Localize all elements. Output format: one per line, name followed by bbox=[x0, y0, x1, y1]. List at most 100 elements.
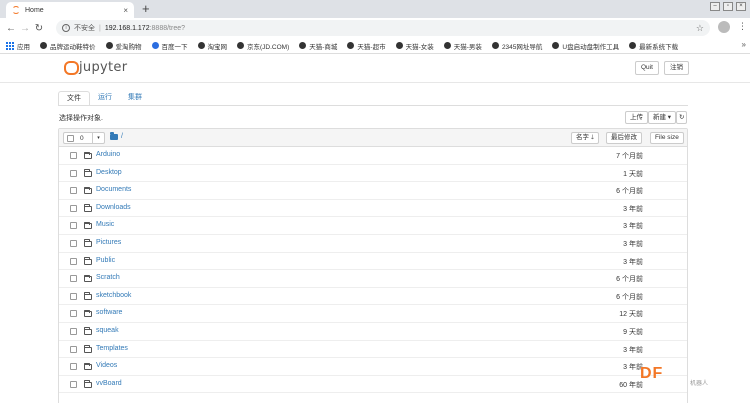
upload-button[interactable]: 上传 bbox=[625, 111, 648, 124]
folder-name-link[interactable]: Arduino bbox=[96, 151, 120, 158]
folder-name-link[interactable]: Music bbox=[96, 221, 114, 228]
sort-by-modified-button[interactable]: 最后修改 bbox=[606, 132, 642, 144]
watermark-subtext: 机器人 bbox=[690, 381, 709, 387]
file-row[interactable]: sketchbook 6 个月前 bbox=[59, 288, 687, 306]
file-row[interactable]: Desktop 1 天前 bbox=[59, 165, 687, 183]
folder-name-link[interactable]: Pictures bbox=[96, 239, 121, 246]
folder-icon bbox=[84, 169, 92, 177]
folder-icon bbox=[84, 274, 92, 283]
row-checkbox[interactable] bbox=[70, 222, 77, 230]
tab-close-icon[interactable]: × bbox=[123, 6, 128, 15]
file-row[interactable]: Arduino 7 个月前 bbox=[59, 147, 687, 165]
folder-name-link[interactable]: Desktop bbox=[96, 169, 122, 176]
breadcrumb-root[interactable]: / bbox=[121, 133, 123, 140]
folder-icon bbox=[84, 151, 92, 159]
back-arrow-icon[interactable]: ← bbox=[4, 23, 18, 34]
last-modified: 6 个月前 bbox=[616, 293, 643, 301]
folder-name-link[interactable]: software bbox=[96, 309, 122, 316]
file-row[interactable]: Scratch 6 个月前 bbox=[59, 270, 687, 288]
folder-name-link[interactable]: Public bbox=[96, 257, 115, 264]
select-all-control[interactable]: 0 ▾ bbox=[63, 132, 105, 144]
maximize-icon[interactable]: ▫ bbox=[723, 2, 733, 11]
file-row[interactable]: Videos 3 年前 bbox=[59, 358, 687, 376]
bookmark-item[interactable]: 京东(JD.COM) bbox=[237, 41, 289, 51]
file-row[interactable]: Music 3 年前 bbox=[59, 217, 687, 235]
bookmark-item[interactable]: U盘启动盘制作工具 bbox=[552, 41, 619, 51]
file-row[interactable]: squeak 9 天前 bbox=[59, 323, 687, 341]
folder-icon bbox=[84, 380, 92, 388]
file-row[interactable]: Downloads 3 年前 bbox=[59, 200, 687, 218]
breadcrumb[interactable]: / bbox=[110, 132, 123, 140]
new-dropdown-button[interactable]: 新建 ▾ bbox=[648, 111, 677, 124]
row-checkbox[interactable] bbox=[70, 204, 77, 212]
bookmark-label: 品牌运动鞋特价 bbox=[50, 43, 96, 51]
info-icon[interactable]: i bbox=[62, 24, 70, 32]
file-row[interactable]: Documents 6 个月前 bbox=[59, 182, 687, 200]
bookmark-item[interactable]: 最新系统下载 bbox=[629, 41, 678, 51]
bookmarks-overflow-icon[interactable]: » bbox=[742, 40, 746, 49]
row-checkbox[interactable] bbox=[70, 327, 77, 335]
row-checkbox[interactable] bbox=[70, 380, 77, 388]
bookmark-item[interactable]: 应用 bbox=[6, 41, 30, 51]
new-tab-button[interactable]: + bbox=[142, 1, 150, 17]
account-avatar-icon[interactable] bbox=[718, 21, 730, 33]
bookmark-item[interactable]: 品牌运动鞋特价 bbox=[40, 41, 96, 51]
minimize-icon[interactable]: – bbox=[710, 2, 720, 11]
folder-name-link[interactable]: Downloads bbox=[96, 204, 131, 211]
refresh-icon[interactable]: ↻ bbox=[676, 111, 688, 124]
sort-by-size-button[interactable]: File size bbox=[650, 132, 684, 144]
row-checkbox[interactable] bbox=[70, 345, 77, 353]
folder-name-link[interactable]: Scratch bbox=[96, 274, 120, 281]
row-checkbox[interactable] bbox=[70, 239, 77, 247]
logout-button[interactable]: 注销 bbox=[664, 61, 689, 75]
quit-button[interactable]: Quit bbox=[635, 61, 659, 75]
globe-icon bbox=[552, 42, 560, 49]
bookmark-item[interactable]: 天猫-超市 bbox=[347, 41, 386, 51]
bookmark-item[interactable]: 天猫-商城 bbox=[299, 41, 337, 51]
folder-icon bbox=[84, 309, 92, 318]
folder-name-link[interactable]: Videos bbox=[96, 362, 117, 369]
bookmark-item[interactable]: 天猫-女装 bbox=[395, 41, 434, 51]
row-checkbox[interactable] bbox=[70, 310, 77, 318]
row-checkbox[interactable] bbox=[70, 292, 77, 300]
browser-menu-icon[interactable]: ⋮ bbox=[738, 21, 747, 32]
row-checkbox[interactable] bbox=[70, 257, 77, 265]
file-row[interactable]: software 12 天前 bbox=[59, 305, 687, 323]
bookmarks-bar: 应用 品牌运动鞋特价 爱淘购物 百度一下 淘宝网 京东(JD.COM) 天猫-商城 天猫-超市… bbox=[0, 38, 750, 54]
folder-name-link[interactable]: squeak bbox=[96, 327, 119, 334]
bookmark-item[interactable]: 爱淘购物 bbox=[105, 41, 142, 51]
sort-by-name-button[interactable]: 名字 🡓 bbox=[571, 132, 600, 144]
bookmark-item[interactable]: 2345网址导航 bbox=[491, 41, 542, 51]
url-omnibox[interactable]: i 不安全 | 192.168.1.172 :8888/tree? ☆ bbox=[56, 20, 710, 36]
row-checkbox[interactable] bbox=[70, 169, 77, 177]
file-row[interactable]: Public 3 年前 bbox=[59, 253, 687, 271]
bookmark-star-icon[interactable]: ☆ bbox=[696, 23, 704, 34]
select-dropdown-caret[interactable]: ▾ bbox=[92, 133, 104, 143]
file-row[interactable]: Pictures 3 年前 bbox=[59, 235, 687, 253]
row-checkbox[interactable] bbox=[70, 187, 77, 195]
df-watermark-logo: DF bbox=[640, 365, 664, 382]
row-checkbox[interactable] bbox=[70, 363, 77, 371]
browser-tab-home[interactable]: Home × bbox=[6, 2, 134, 18]
close-window-icon[interactable]: × bbox=[736, 2, 746, 11]
tab-files[interactable]: 文件 bbox=[58, 91, 90, 106]
folder-name-link[interactable]: Templates bbox=[96, 345, 128, 352]
tab-clusters[interactable]: 集群 bbox=[120, 91, 150, 106]
jupyter-logo[interactable]: jupyter bbox=[64, 60, 127, 75]
folder-name-link[interactable]: sketchbook bbox=[96, 292, 131, 299]
home-folder-icon[interactable] bbox=[110, 132, 118, 140]
bookmark-item[interactable]: 天猫-男装 bbox=[443, 41, 482, 51]
folder-name-link[interactable]: Documents bbox=[96, 186, 131, 193]
forward-arrow-icon[interactable]: → bbox=[18, 23, 32, 34]
reload-icon[interactable]: ↻ bbox=[32, 23, 46, 34]
window-controls: – ▫ × bbox=[710, 2, 746, 11]
file-row[interactable]: vvBoard 60 年前 bbox=[59, 376, 687, 394]
bookmark-item[interactable]: 百度一下 bbox=[151, 41, 188, 51]
row-checkbox[interactable] bbox=[70, 275, 77, 283]
row-checkbox[interactable] bbox=[70, 152, 77, 159]
file-row[interactable]: Templates 3 年前 bbox=[59, 341, 687, 359]
folder-name-link[interactable]: vvBoard bbox=[96, 380, 122, 387]
select-all-checkbox[interactable] bbox=[67, 134, 74, 142]
tab-running[interactable]: 运行 bbox=[90, 91, 120, 106]
bookmark-item[interactable]: 淘宝网 bbox=[197, 41, 227, 51]
